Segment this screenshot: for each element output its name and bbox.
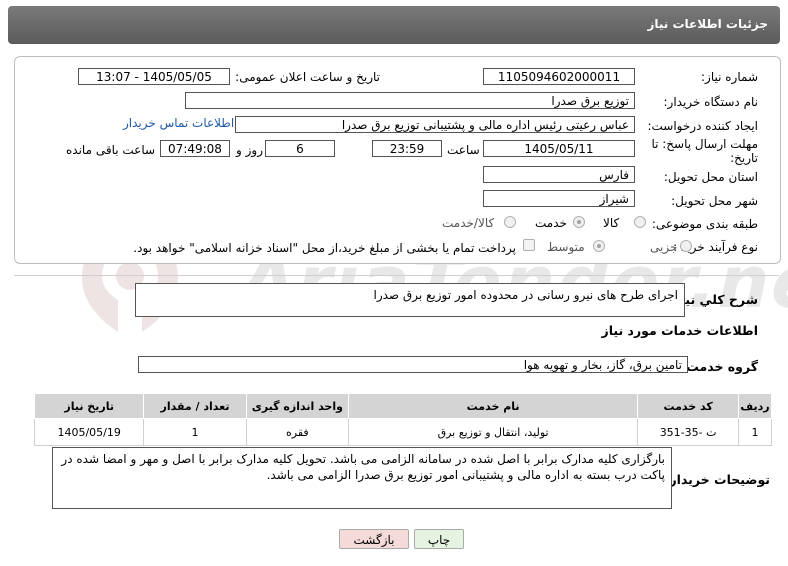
- cell-unit: فقره: [245, 418, 350, 446]
- col-header-unit: واحد اندازه گیری: [245, 393, 350, 419]
- purchase-radio-minor[interactable]: [680, 240, 692, 252]
- page-title: جزئیات اطلاعات نیاز: [647, 17, 768, 31]
- col-header-service-code: کد خدمت: [637, 393, 740, 419]
- treasury-checkbox[interactable]: [523, 239, 535, 251]
- deadline-time-label: ساعت: [447, 143, 480, 157]
- print-button[interactable]: چاپ: [414, 529, 464, 549]
- category-radio-goods-service[interactable]: [504, 216, 516, 228]
- buyer-contact-link[interactable]: اطلاعات تماس خریدار: [123, 116, 234, 130]
- page-header: جزئیات اطلاعات نیاز: [8, 6, 780, 44]
- category-radio-goods[interactable]: [634, 216, 646, 228]
- deadline-date-field: 1405/05/11: [483, 140, 635, 157]
- table-row: 1 ت -35-351 تولید، انتقال و توزیع برق فق…: [33, 418, 772, 446]
- province-field: فارس: [483, 166, 635, 183]
- deadline-label: مهلت ارسال پاسخ: تا تاریخ:: [651, 137, 758, 165]
- need-number-label: شماره نیاز:: [701, 70, 758, 84]
- announce-field: 1405/05/05 - 13:07: [78, 68, 230, 85]
- category-option-goods: کالا: [603, 216, 620, 230]
- deadline-days-label: روز و: [236, 143, 263, 157]
- service-group-field: تامین برق، گاز، بخار و تهویه هوا: [138, 356, 688, 373]
- category-label: طبقه بندی موضوعی:: [651, 217, 758, 231]
- table-header-row: ردیف کد خدمت نام خدمت واحد اندازه گیری ت…: [33, 393, 772, 419]
- announce-label: تاریخ و ساعت اعلان عمومی:: [235, 70, 380, 84]
- col-header-quantity: تعداد / مقدار: [143, 393, 247, 419]
- category-radio-service[interactable]: [573, 216, 585, 228]
- province-label: استان محل تحویل:: [663, 170, 758, 184]
- buyer-notes-field: بارگزاری کلیه مدارک برابر با اصل شده در …: [52, 447, 672, 509]
- section-divider: [14, 275, 779, 276]
- col-header-need-date: تاریخ نیاز: [33, 393, 145, 419]
- cell-service-code: ت -35-351: [637, 418, 740, 446]
- purchase-option-medium: متوسط: [547, 240, 585, 254]
- buyer-notes-label: توضیحات خریدار:: [664, 472, 770, 487]
- col-header-row-num: ردیف: [738, 393, 772, 419]
- buyer-org-field: توزیع برق صدرا: [185, 92, 635, 109]
- category-option-goods-service: کالا/خدمت: [442, 216, 495, 230]
- purchase-radio-medium[interactable]: [593, 240, 605, 252]
- city-label: شهر محل تحویل:: [671, 194, 758, 208]
- remaining-time-field: 07:49:08: [160, 140, 230, 157]
- service-group-label: گروه خدمت:: [681, 359, 758, 374]
- services-table: ردیف کد خدمت نام خدمت واحد اندازه گیری ت…: [33, 393, 772, 446]
- requester-label: ایجاد کننده درخواست:: [647, 119, 758, 133]
- cell-service-name: تولید، انتقال و توزیع برق: [348, 418, 639, 446]
- col-header-service-name: نام خدمت: [348, 393, 639, 419]
- services-section-title: اطلاعات خدمات مورد نیاز: [601, 323, 759, 338]
- back-button[interactable]: بازگشت: [339, 529, 409, 549]
- summary-field: اجرای طرح های نیرو رسانی در محدوده امور …: [135, 283, 685, 317]
- requester-field: عباس رعیتی رئیس اداره مالی و پشتیبانی تو…: [235, 116, 635, 133]
- cell-row-num: 1: [738, 418, 772, 446]
- deadline-days-field: 6: [265, 140, 335, 157]
- deadline-time-field: 23:59: [372, 140, 442, 157]
- purchase-option-minor: جزیی: [650, 240, 678, 254]
- treasury-note: پرداخت تمام یا بخشی از مبلغ خرید،از محل …: [133, 241, 516, 255]
- cell-quantity: 1: [143, 418, 247, 446]
- city-field: شیراز: [483, 190, 635, 207]
- buyer-org-label: نام دستگاه خریدار:: [663, 95, 759, 109]
- category-option-service: خدمت: [535, 216, 567, 230]
- remaining-time-label: ساعت باقی مانده: [66, 143, 156, 157]
- need-number-field: 1105094602000011: [483, 68, 635, 85]
- cell-need-date: 1405/05/19: [33, 418, 145, 446]
